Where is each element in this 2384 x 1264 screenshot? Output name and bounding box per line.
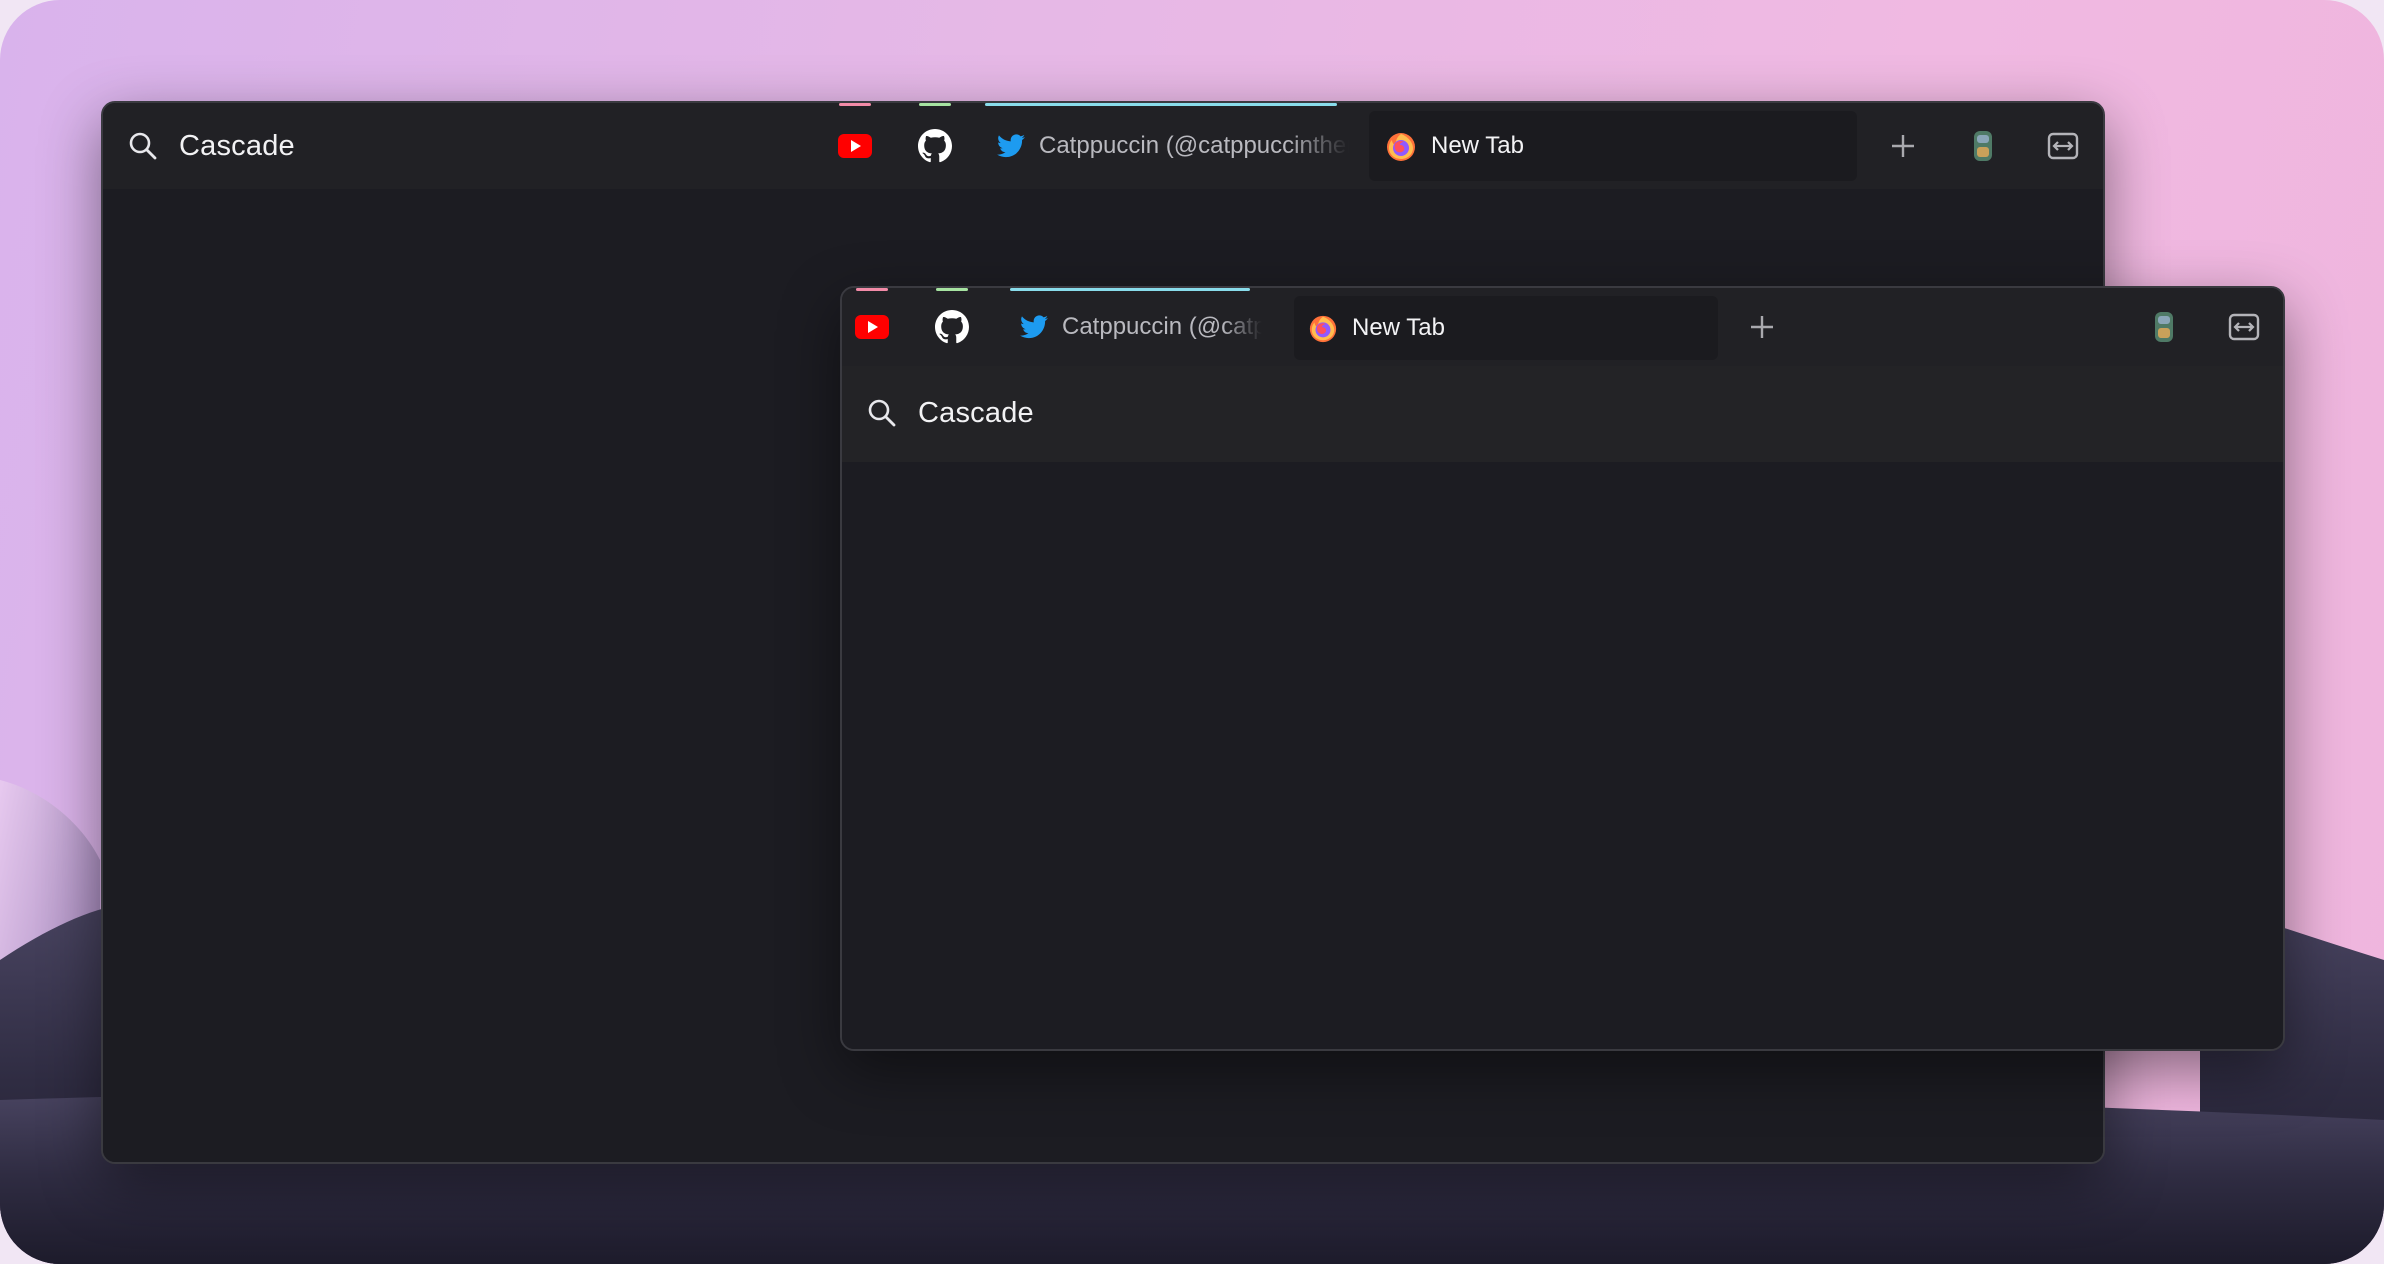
twitter-icon [997,134,1025,158]
browser-window-front: Catppuccin (@catp New Tab Cascade [840,286,2285,1051]
tab-strip: Catppuccin (@catp New Tab [842,288,2283,366]
new-tab-button[interactable] [1881,124,1925,168]
toolbar: Cascade [842,366,2283,462]
extension-button[interactable] [1961,124,2005,168]
url-bar-text: Cascade [179,129,295,162]
page-content [842,462,2283,1049]
tab-accent-line [985,103,1337,106]
sidebar-toggle-icon [2047,132,2079,160]
search-icon [127,130,159,162]
youtube-icon [855,315,889,339]
twitter-icon [1020,315,1048,339]
url-bar[interactable]: Cascade [127,125,295,167]
new-tab-button[interactable] [1740,305,1784,349]
youtube-icon [838,134,872,158]
tab-new-tab[interactable]: New Tab [1294,296,1718,360]
tab-accent-line [856,288,888,291]
plus-icon [1748,313,1776,341]
plus-icon [1889,132,1917,160]
tab-youtube[interactable] [842,288,902,366]
tab-accent-line [1010,288,1250,291]
extension-button[interactable] [2142,305,2186,349]
tab-github[interactable] [922,288,982,366]
tab-accent-line [919,103,951,106]
url-bar-text: Cascade [918,396,1034,429]
tab-label: New Tab [1431,132,1524,159]
desktop-background: Cascade Catppuccin (@catppuccinther New … [0,0,2384,1264]
sidebar-toggle-button[interactable] [2041,124,2085,168]
github-icon [935,310,969,344]
tab-accent-line [936,288,968,291]
firefox-icon [1385,130,1417,162]
tab-youtube[interactable] [825,103,885,189]
sidebar-toggle-icon [2228,313,2260,341]
github-icon [918,129,952,163]
toolbar: Cascade Catppuccin (@catppuccinther New … [103,103,2103,189]
tab-accent-line [839,103,871,106]
firefox-icon [1308,313,1338,343]
extension-icon [2153,310,2175,344]
sidebar-toggle-button[interactable] [2222,305,2266,349]
tab-label: New Tab [1352,314,1445,341]
tab-label: Catppuccin (@catp [1062,313,1262,340]
tab-github[interactable] [905,103,965,189]
tab-twitter[interactable]: Catppuccin (@catp [1010,288,1270,366]
search-icon [866,397,898,429]
extension-icon [1972,129,1994,163]
url-bar[interactable]: Cascade [866,392,1034,434]
tab-new-tab[interactable]: New Tab [1369,111,1857,181]
tab-label: Catppuccin (@catppuccinther [1039,132,1349,159]
